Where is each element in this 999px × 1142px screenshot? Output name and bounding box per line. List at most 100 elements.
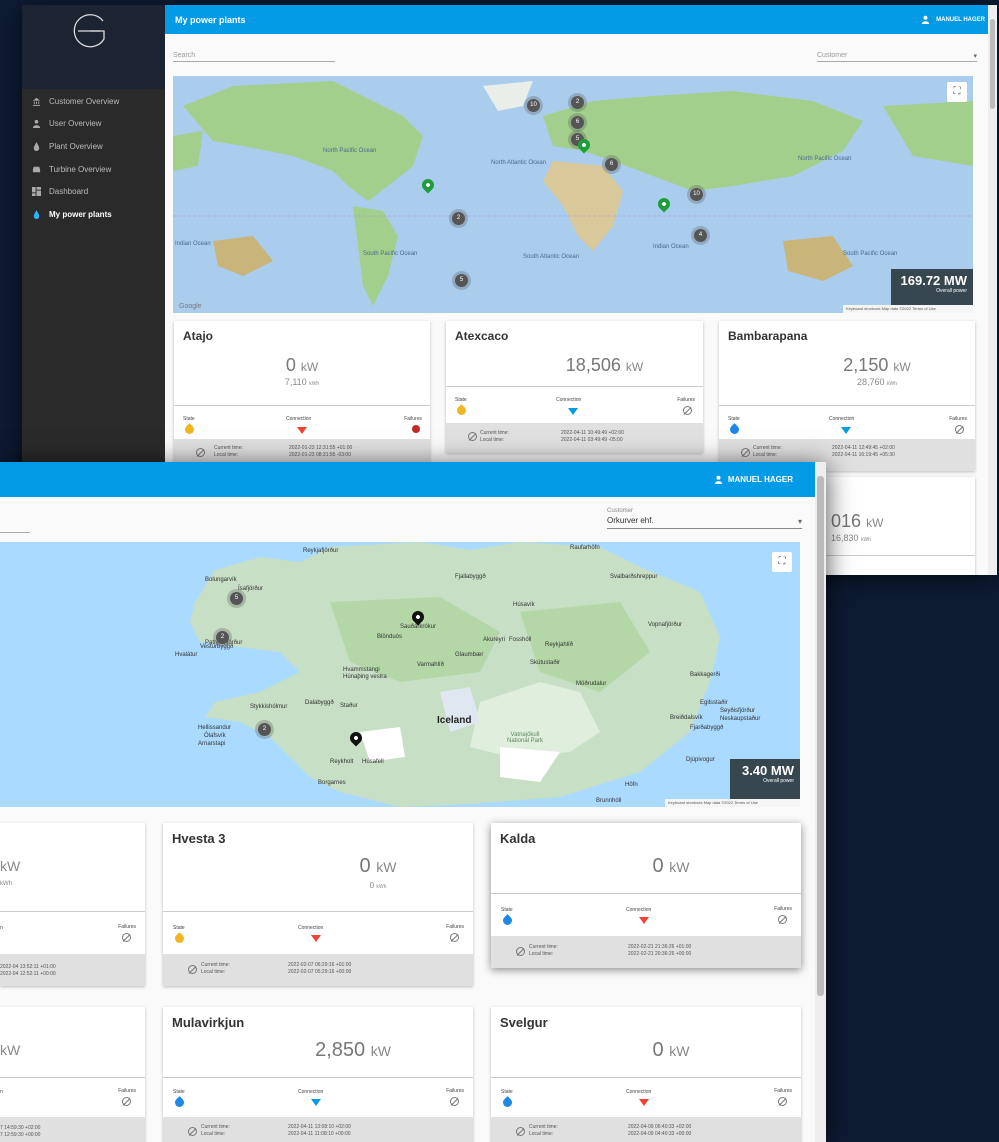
current-time-label: Current time: — [201, 1124, 230, 1130]
current-time-label: Current time: — [480, 430, 509, 436]
iceland-map[interactable]: Raufarhöfn Reykjafjörður Bolungarvík Ísa… — [0, 542, 800, 807]
scrollbar-thumb[interactable] — [817, 476, 824, 996]
map-cluster[interactable]: 4 — [694, 229, 707, 242]
energy-unit: kWh — [861, 537, 872, 543]
fullscreen-button[interactable]: ⛶ — [947, 82, 967, 102]
current-time: 2022-04-11 10:49:49 +02:00 — [561, 430, 624, 436]
connection-label: Connection — [286, 416, 312, 422]
local-time: 2022-02-21 20:36:26 +00:00 — [628, 951, 692, 957]
failures-label: Failures — [774, 906, 792, 912]
sidebar-item-user-overview[interactable]: User Overview — [22, 113, 165, 136]
world-map[interactable]: North Pacific Ocean North Atlantic Ocean… — [173, 76, 973, 313]
divider — [825, 555, 975, 556]
plant-energy: 7,110 kWh — [174, 377, 430, 387]
clock-icon — [196, 448, 205, 457]
sidebar-item-dashboard[interactable]: Dashboard — [22, 180, 165, 203]
plant-card-atajo[interactable]: Atajo 0 kW 7,110 kWh State Connection Fa… — [174, 321, 430, 471]
plant-card-svelgur[interactable]: Svelgur 0 kW State Connection Failures C… — [491, 1007, 801, 1142]
state-drop-icon — [728, 423, 741, 436]
sidebar-item-label: User Overview — [49, 119, 102, 129]
time-footer: Current time: Local time: 2022-02-21 21:… — [491, 936, 801, 968]
plant-card-kalda[interactable]: Kalda 0 kW State Connection Failures Cur… — [491, 823, 801, 968]
search-input[interactable]: Search — [173, 52, 335, 62]
park-label: Vatnajökull National Park — [506, 732, 544, 744]
place-label: Raufarhöfn — [570, 545, 600, 551]
plant-card-partial-2[interactable]: kW n Failures 7 14:59:30 +02:00 7 12:59:… — [0, 1007, 145, 1142]
map-cluster[interactable]: 2 — [216, 631, 229, 644]
sidebar-item-turbine-overview[interactable]: Turbine Overview — [22, 158, 165, 181]
state-drop-icon — [501, 914, 514, 927]
map-cluster[interactable]: 10 — [527, 99, 540, 112]
place-label: Fjallabyggð — [455, 574, 486, 580]
plant-power: 2,850 kW — [163, 1039, 473, 1062]
place-label: Dalabyggð — [305, 700, 334, 706]
user-menu[interactable]: MANUEL HAGER — [714, 475, 793, 484]
map-cluster[interactable]: 2 — [258, 723, 271, 736]
sidebar-item-my-power-plants[interactable]: My power plants — [22, 203, 165, 226]
failures-label: Failures — [404, 416, 422, 422]
no-failures-icon — [955, 425, 964, 434]
map-cluster[interactable]: 5 — [455, 274, 468, 287]
place-label: Ólafsvík — [204, 733, 226, 739]
plant-power: 016 kW — [831, 511, 975, 532]
sidebar-item-customer-overview[interactable]: Customer Overview — [22, 90, 165, 113]
plant-card-peek[interactable]: 016 kW 16,830 kWh — [825, 477, 975, 575]
sidebar-item-label: Plant Overview — [49, 141, 103, 151]
power-unit: kW — [0, 1042, 21, 1058]
customer-select[interactable]: Customer Orkurver ehf. ▾ — [607, 508, 802, 529]
connection-label: Connection — [626, 1089, 652, 1095]
plant-card-atexcaco[interactable]: Atexcaco 18,506 kW State Connection Fail… — [446, 321, 703, 453]
plant-card-mulavirkjun[interactable]: Mulavirkjun 2,850 kW State Connection Fa… — [163, 1007, 473, 1142]
current-time: 2022-04-11 13:08:10 +02:00 — [288, 1124, 351, 1130]
front-window: MANUEL HAGER Customer Orkurver ehf. ▾ Ra… — [0, 462, 826, 1142]
current-time-label: Current time: — [214, 445, 243, 451]
map-cluster[interactable]: 2 — [452, 212, 465, 225]
customer-placeholder: Customer — [817, 52, 848, 59]
place-label: Hvammstangi — [343, 667, 380, 673]
scrollbar-thumb[interactable] — [990, 19, 995, 109]
user-menu[interactable]: MANUEL HAGER — [921, 15, 985, 24]
map-attribution[interactable]: Keyboard shortcuts Map data ©2022 Terms … — [843, 305, 973, 313]
map-cluster[interactable]: 5 — [230, 592, 243, 605]
place-label: Hvalátur — [175, 652, 198, 658]
place-label: Bolungarvík — [205, 577, 237, 583]
place-label: Stykkishólmur — [250, 704, 288, 710]
state-label: State — [455, 397, 467, 403]
plant-card-partial[interactable]: kW kWh n Failures 2022-04 13:52:11 +01:0… — [0, 823, 145, 986]
place-label: Egilsstaðir — [700, 700, 728, 706]
divider — [491, 893, 801, 894]
current-time: 2022-04 13:52:11 +01:00 — [0, 964, 56, 970]
clock-icon — [188, 1127, 197, 1136]
power-value: 0 — [652, 855, 664, 877]
no-failures-icon — [778, 915, 787, 924]
customer-select[interactable]: Customer ▾ — [817, 52, 977, 62]
divider — [174, 405, 430, 406]
sidebar-item-plant-overview[interactable]: Plant Overview — [22, 135, 165, 158]
energy-unit: kWh — [887, 381, 898, 387]
plant-card-bambarapana[interactable]: Bambarapana 2,150 kW 28,760 kWh State Co… — [719, 321, 975, 471]
energy-unit: kWh — [309, 381, 320, 387]
sidebar-item-label: Dashboard — [49, 187, 89, 197]
divider — [0, 1077, 145, 1078]
plant-power: 0 kW — [163, 855, 473, 878]
plant-card-hvesta-3[interactable]: Hvesta 3 0 kW 0 kWh State Connection Fai… — [163, 823, 473, 986]
map-attribution[interactable]: Keyboard shortcuts Map data ©2022 Terms … — [665, 799, 800, 807]
scrollbar[interactable] — [988, 5, 997, 575]
map-cluster[interactable]: 10 — [690, 188, 703, 201]
map-cluster[interactable]: 6 — [571, 116, 584, 129]
search-input[interactable] — [0, 532, 30, 533]
scrollbar[interactable] — [815, 462, 826, 1142]
connection-label: Connection — [626, 907, 652, 913]
place-label: Húsavík — [513, 602, 535, 608]
place-label: Borgarnes — [318, 780, 346, 786]
map-cluster[interactable]: 2 — [571, 96, 584, 109]
connection-label: Connection — [556, 397, 582, 403]
map-label: North Atlantic Ocean — [491, 160, 547, 166]
overall-power-value: 3.40 MW — [741, 763, 794, 778]
place-label: Húsafell — [362, 759, 384, 765]
map-cluster[interactable]: 6 — [605, 158, 618, 171]
power-value: 0 — [359, 855, 371, 877]
customer-value: Orkurver ehf. — [607, 516, 654, 525]
fullscreen-button[interactable]: ⛶ — [772, 552, 792, 572]
failures-label: Failures — [774, 1088, 792, 1094]
